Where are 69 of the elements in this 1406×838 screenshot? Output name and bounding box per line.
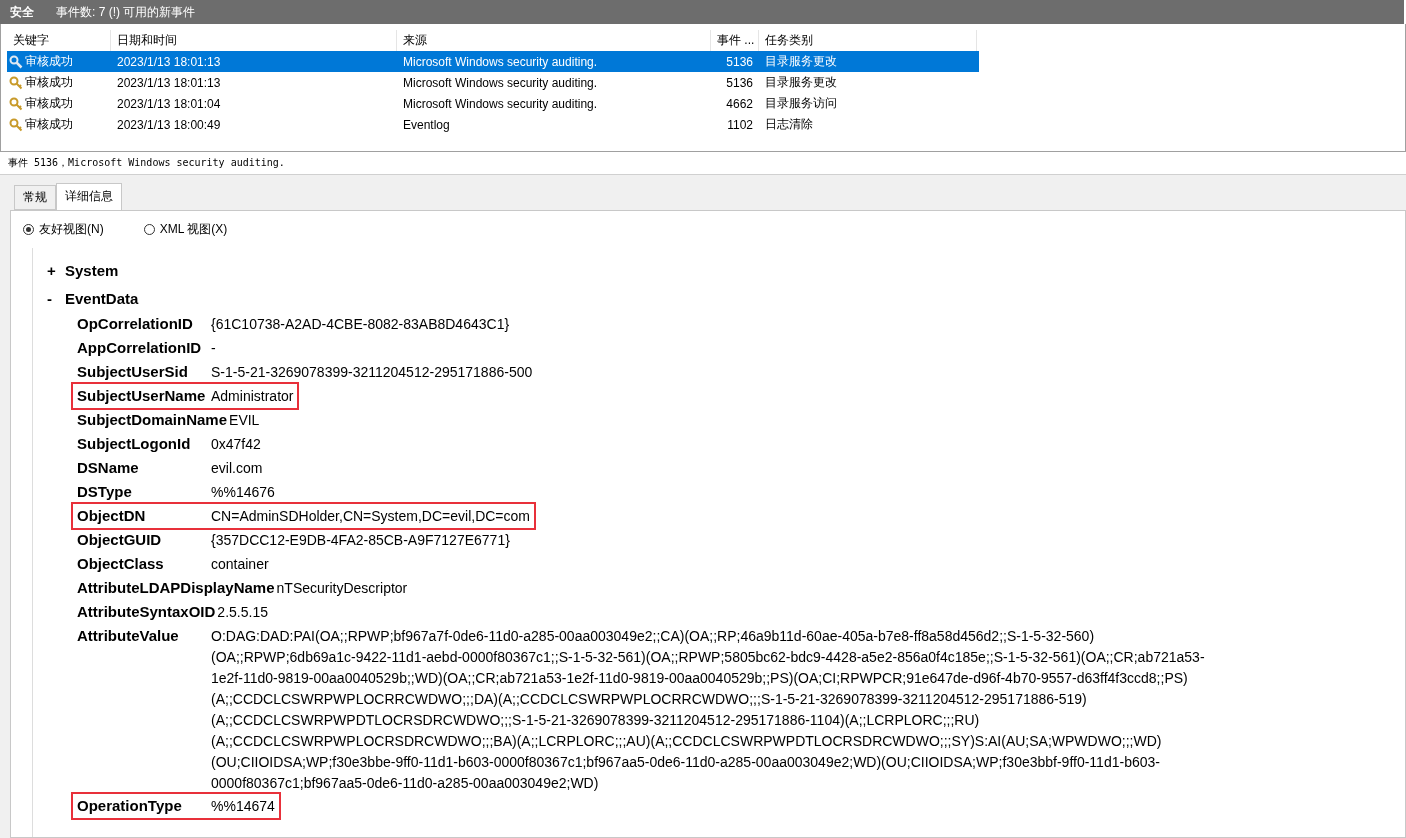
field-name: DSType <box>77 482 133 502</box>
table-cell-text: 2023/1/13 18:01:13 <box>116 54 222 69</box>
table-cell: 审核成功 <box>25 116 73 133</box>
table-cell-text: 5136 <box>725 75 754 90</box>
field-value: CN=AdminSDHolder,CN=System,DC=evil,DC=com <box>211 507 530 526</box>
table-cell-text: Microsoft Windows security auditing. <box>402 96 599 111</box>
field-value: O:DAG:DAD:PAI(OA;;RPWP;bf967a7f-0de6-11d0-a285-00aa003049e2;;CA)(OA;;RP;46a9b11d-60ae-405a-b7e8-ff8a58d456d2;;S-1-5-32-560) (OA;;RPWP;6db69a1c-9422-11d1-aebd-0000f80367c1;;S-1-5-32-561)(OA;;RPWP;5805bc62-bdc9-4428-a5e2-856a0f4c185e;;S-1-5-32-561)(OA;;CR;ab721a53- 1e2f-11d0-9819-00aa0040529b;;WD)(OA;;CR;ab721a53-1e2f-11d0-9819-00aa0040529b;;PS)(OA;CI;RPWPCR;91e647de-d96f-4b70-9557-d63ff4f3ccd8;;PS) (A;;CCDCLCSWRPWPLOCRRCWDWO;;;DA)(A;;CCDCLCSWRPWPLOCRRCWDWO;;;S-1-5-21-3269078399-3211204512-295171886-519) (A;;CCDCLCSWRPWPDTLOCRSDRCWDWO;;;S-1-5-21-3269078399-3211204512-295171886-1104)(A;;LCRPLORC;;;RU) (A;;CCDCLCSWRPWPLOCRSDRCWDWO;;;BA)(A;;LCRPLORC;;;AU)(A;;CCDCLCSWRPWPDTLOCRSDRCWDWO;;;SY)S:AI(AU;SA;WPWDWO;;;WD) (OU;CIIOIDSA;WP;f30e3bbe-9ff0-11d1-b603-0000f80367c1;bf967aa5-0de6-11d0-a285-00aa003049e2;WD)(OU;CIIOIDSA;WP;f30e3bbf-9ff0-11d1-b603- 0000f80367c1;bf967aa5-0de6-11d0-a285-00aa003049e2;WD) <box>211 627 1205 793</box>
field-value: 2.5.5.15 <box>217 603 268 622</box>
field-value: 0x47f42 <box>211 435 261 454</box>
field-value: EVIL <box>229 411 260 430</box>
table-cell-text: 日志清除 <box>764 116 814 133</box>
node-label: System <box>65 261 119 279</box>
radio-label[interactable]: XML 视图(X) <box>159 221 228 238</box>
event-row[interactable]: 审核成功 2023/1/13 18:01:04 Microsoft Windows security auditing. 4662 目录服务访问 <box>7 93 979 114</box>
field-value: {357DCC12-E9DB-4FA2-85CB-A9F7127E6771} <box>211 531 510 550</box>
field-value: Administrator <box>211 387 294 406</box>
field-name: AppCorrelationID <box>77 338 203 358</box>
key-icon <box>9 96 23 111</box>
field-name: AttributeSyntaxOID <box>77 602 217 622</box>
field-value: S-1-5-21-3269078399-3211204512-295171886-500 <box>211 363 533 382</box>
field-name: ObjectDN <box>77 506 147 526</box>
table-cell-text: 目录服务更改 <box>764 74 838 91</box>
table-cell-text: 4662 <box>725 96 754 111</box>
field-name: AttributeValue <box>77 626 180 646</box>
field-name: OperationType <box>77 796 183 816</box>
table-cell: 审核成功 <box>25 74 73 91</box>
field-name: SubjectUserName <box>77 386 207 406</box>
table-cell: 审核成功 <box>25 95 73 112</box>
field-name: AttributeLDAPDisplayName <box>77 578 276 598</box>
table-cell: 审核成功 <box>25 53 73 70</box>
field-value: %%14676 <box>211 483 275 502</box>
field-value: - <box>211 339 216 358</box>
key-icon <box>9 117 23 132</box>
key-icon <box>9 75 23 90</box>
table-cell-text: 2023/1/13 18:01:04 <box>116 96 222 111</box>
table-cell-text: 目录服务访问 <box>764 95 838 112</box>
table-cell-text: Microsoft Windows security auditing. <box>402 54 599 69</box>
field-name: SubjectDomainName <box>77 410 229 430</box>
field-name: OpCorrelationID <box>77 314 194 334</box>
table-cell-text: 2023/1/13 18:01:13 <box>116 75 222 90</box>
event-detail-title: 事件 5136，Microsoft Windows security auditing. <box>0 152 1406 175</box>
field-value: evil.com <box>211 459 263 478</box>
field-name: SubjectLogonId <box>77 434 192 454</box>
log-name: 安全 <box>10 3 34 21</box>
node-label: EventData <box>65 289 139 307</box>
tab[interactable]: 详细信息 <box>56 183 122 210</box>
tab[interactable]: 常规 <box>14 185 56 210</box>
event-count: 事件数: 7 (!) 可用的新事件 <box>56 3 196 21</box>
table-cell-text: 1102 <box>726 117 754 132</box>
field-name: ObjectGUID <box>77 530 163 550</box>
table-cell-text: 5136 <box>725 54 754 69</box>
magnifier-icon <box>9 54 23 69</box>
expand-toggle[interactable]: - <box>47 289 55 307</box>
table-cell-text: Microsoft Windows security auditing. <box>402 75 599 90</box>
expand-toggle[interactable]: + <box>47 261 55 279</box>
field-value: %%14674 <box>211 797 275 816</box>
field-value: {61C10738-A2AD-4CBE-8082-83AB8D4643C1} <box>211 315 510 334</box>
event-row[interactable]: 审核成功 2023/1/13 18:00:49 Eventlog 1102 日志清除 <box>7 114 979 135</box>
event-row[interactable]: 审核成功 2023/1/13 18:01:13 Microsoft Windows security auditing. 5136 目录服务更改 <box>7 72 979 93</box>
table-cell-text: Eventlog <box>402 117 451 132</box>
field-value: nTSecurityDescriptor <box>276 579 408 598</box>
event-row[interactable]: 审核成功 2023/1/13 18:01:13 Microsoft Windows security auditing. 5136 目录服务更改 <box>7 51 979 72</box>
field-value: container <box>211 555 269 574</box>
table-cell-text: 目录服务更改 <box>764 53 838 70</box>
table-cell-text: 2023/1/13 18:00:49 <box>116 117 222 132</box>
field-name: SubjectUserSid <box>77 362 189 382</box>
radio-label[interactable]: 友好视图(N) <box>39 221 104 238</box>
field-name: ObjectClass <box>77 554 165 574</box>
field-name: DSName <box>77 458 140 478</box>
